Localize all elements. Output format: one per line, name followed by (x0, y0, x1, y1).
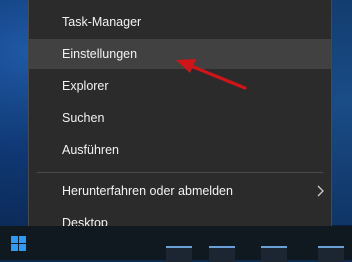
red-arrow-annotation (176, 59, 247, 90)
